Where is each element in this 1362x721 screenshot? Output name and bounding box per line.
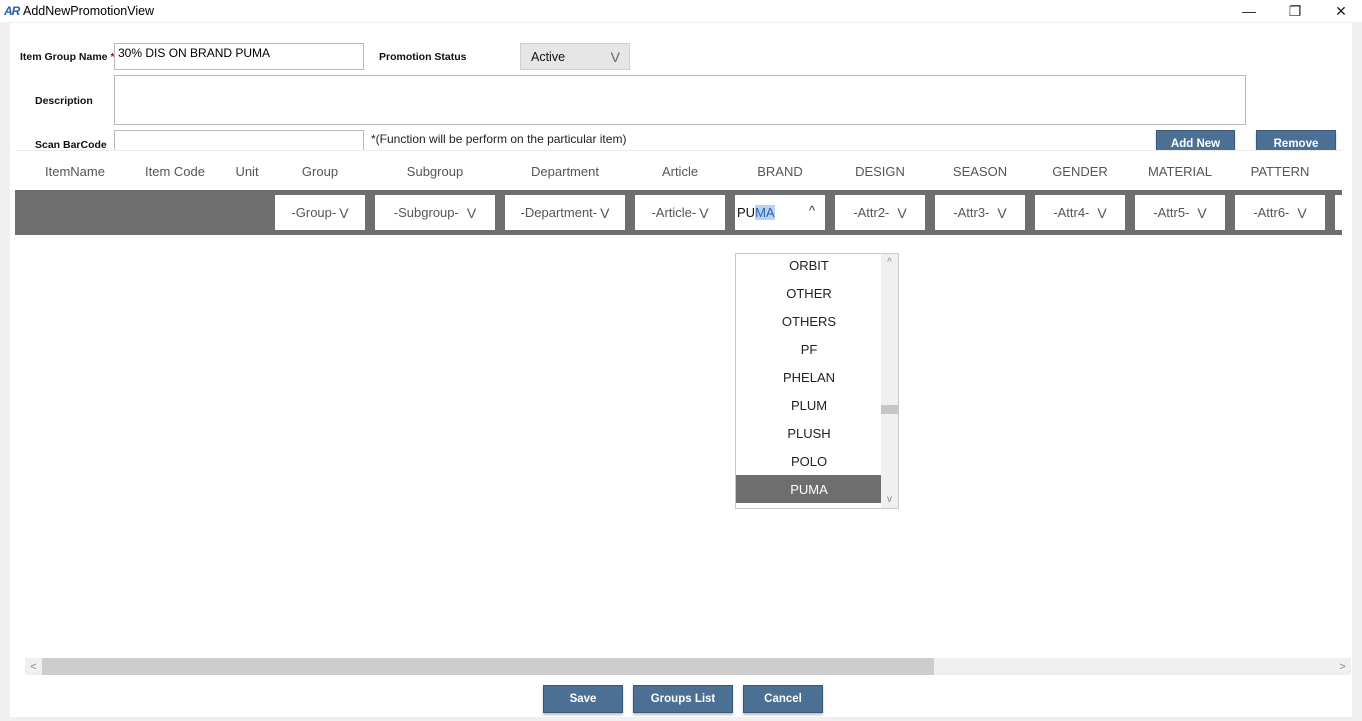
column-header-item-code[interactable]: Item Code [125, 164, 225, 179]
chevron-down-icon: V [339, 204, 349, 221]
chevron-down-icon: V [610, 49, 620, 65]
group-filter-select[interactable]: -Group- V [275, 195, 365, 230]
brand-filter-input[interactable]: PUMA ^ [735, 195, 825, 230]
material-filter-value: -Attr5- [1153, 205, 1190, 220]
scroll-right-icon[interactable]: > [1334, 658, 1351, 675]
brand-dropdown-list: ORBIT OTHER OTHERS PF PHELAN PLUM PLUSH … [735, 253, 899, 509]
brand-filter-text: PUMA [737, 205, 775, 220]
minimize-button[interactable]: — [1226, 0, 1272, 22]
dropdown-item[interactable]: POLO [736, 447, 882, 475]
brand-typed-text: PU [737, 205, 756, 220]
dropdown-item[interactable]: OTHERS [736, 307, 882, 335]
item-group-name-input[interactable]: 30% DIS ON BRAND PUMA [114, 43, 364, 70]
column-header-season[interactable]: SEASON [935, 164, 1025, 179]
material-filter-select[interactable]: -Attr5- V [1135, 195, 1225, 230]
scan-barcode-note: *(Function will be perform on the partic… [371, 132, 627, 146]
window-title: AddNewPromotionView [23, 4, 155, 18]
dropdown-item[interactable]: OTHER [736, 279, 882, 307]
item-group-name-label: Item Group Name * [20, 51, 115, 63]
column-header-article[interactable]: Article [635, 164, 725, 179]
brand-autocomplete-text: MA [755, 205, 775, 220]
chevron-down-icon: V [1297, 204, 1307, 221]
chevron-up-icon[interactable]: ^ [809, 203, 815, 218]
column-header-pattern[interactable]: PATTERN [1235, 164, 1325, 179]
dropdown-item[interactable]: PLUM [736, 391, 882, 419]
title-bar: AR AddNewPromotionView — ❐ ✕ [0, 0, 1362, 22]
pattern-filter-select[interactable]: -Attr6- V [1235, 195, 1325, 230]
promotion-status-label: Promotion Status [379, 51, 467, 63]
column-header-gender[interactable]: GENDER [1035, 164, 1125, 179]
pattern-filter-value: -Attr6- [1253, 205, 1290, 220]
dropdown-item[interactable]: PHELAN [736, 363, 882, 391]
promotion-status-value: Active [531, 50, 566, 64]
save-button[interactable]: Save [543, 685, 623, 713]
season-filter-value: -Attr3- [953, 205, 990, 220]
column-header-itemname[interactable]: ItemName [25, 164, 125, 179]
maximize-button[interactable]: ❐ [1272, 0, 1318, 22]
department-filter-select[interactable]: -Department- V [505, 195, 625, 230]
design-filter-select[interactable]: -Attr2- V [835, 195, 925, 230]
chevron-down-icon: V [699, 204, 709, 221]
column-header-department[interactable]: Department [505, 164, 625, 179]
dropdown-scroll-thumb[interactable] [881, 405, 898, 414]
next-filter-select[interactable] [1335, 195, 1342, 230]
dropdown-item[interactable]: PF [736, 335, 882, 363]
dropdown-item-selected[interactable]: PUMA [736, 475, 882, 503]
article-filter-value: -Article- [651, 205, 697, 220]
chevron-down-icon: V [466, 204, 477, 221]
dropdown-scrollbar[interactable]: ^ v [881, 254, 898, 508]
gender-filter-select[interactable]: -Attr4- V [1035, 195, 1125, 230]
scroll-left-icon[interactable]: < [25, 658, 42, 675]
article-filter-select[interactable]: -Article- V [635, 195, 725, 230]
scroll-down-icon[interactable]: v [881, 491, 898, 508]
chevron-down-icon: V [600, 204, 610, 221]
gender-filter-value: -Attr4- [1053, 205, 1090, 220]
grid-filter-row: -Group- V -Subgroup- V -Department- V -Arti… [15, 190, 1342, 235]
chevron-down-icon: V [1197, 204, 1207, 221]
subgroup-filter-select[interactable]: -Subgroup- V [375, 195, 495, 230]
cancel-button[interactable]: Cancel [743, 685, 823, 713]
design-filter-value: -Attr2- [853, 205, 890, 220]
description-label: Description [35, 95, 93, 107]
column-header-brand[interactable]: BRAND [735, 164, 825, 179]
horizontal-scroll-thumb[interactable] [42, 658, 934, 675]
column-header-group[interactable]: Group [275, 164, 365, 179]
app-logo-icon: AR [4, 4, 20, 18]
dropdown-item[interactable]: ORBIT [736, 251, 882, 279]
grid-horizontal-scrollbar[interactable]: < > [25, 658, 1351, 675]
grid-header: ItemName Item Code Unit Group Subgroup D… [15, 150, 1342, 190]
chevron-down-icon: V [1097, 204, 1107, 221]
season-filter-select[interactable]: -Attr3- V [935, 195, 1025, 230]
subgroup-filter-value: -Subgroup- [393, 205, 459, 220]
promotion-status-select[interactable]: Active V [520, 43, 630, 70]
dropdown-item[interactable]: PLUSH [736, 419, 882, 447]
scroll-up-icon[interactable]: ^ [881, 254, 898, 271]
description-input[interactable] [114, 75, 1246, 125]
chevron-down-icon: V [897, 204, 907, 221]
group-filter-value: -Group- [291, 205, 337, 220]
close-button[interactable]: ✕ [1318, 0, 1362, 22]
column-header-unit[interactable]: Unit [217, 164, 277, 179]
column-header-material[interactable]: MATERIAL [1135, 164, 1225, 179]
column-header-design[interactable]: DESIGN [835, 164, 925, 179]
groups-list-button[interactable]: Groups List [633, 685, 733, 713]
chevron-down-icon: V [997, 204, 1007, 221]
department-filter-value: -Department- [520, 205, 598, 220]
promotion-form-panel [10, 23, 1352, 717]
column-header-subgroup[interactable]: Subgroup [375, 164, 495, 179]
